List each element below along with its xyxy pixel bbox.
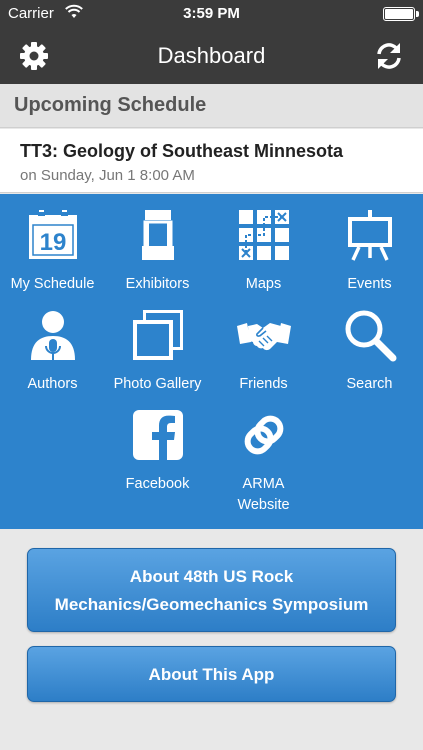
tile-facebook[interactable]: Facebook: [105, 394, 210, 492]
upcoming-schedule-item[interactable]: TT3: Geology of Southeast Minnesota on S…: [0, 129, 423, 193]
tile-label: Friends: [239, 376, 288, 392]
upcoming-schedule-header: Upcoming Schedule: [0, 84, 423, 128]
status-bar: Carrier 3:59 PM: [0, 0, 423, 28]
about-symposium-button[interactable]: About 48th US Rock Mechanics/Geomechanic…: [27, 548, 396, 632]
tile-label-line1: ARMA: [242, 476, 285, 492]
button-label-line1: About 48th US Rock: [129, 567, 294, 586]
about-app-button[interactable]: About This App: [27, 646, 396, 702]
tile-photo-gallery[interactable]: Photo Gallery: [105, 294, 210, 392]
tile-maps[interactable]: Maps: [211, 194, 316, 292]
link-icon: [244, 415, 284, 455]
tile-label: Photo Gallery: [113, 376, 202, 392]
handshake-icon: [237, 323, 291, 351]
map-grid-icon: [239, 210, 289, 260]
speaker-icon: [31, 311, 75, 360]
calendar-day: 19: [40, 229, 67, 256]
calendar-icon: 19: [29, 210, 77, 259]
tile-arma-website[interactable]: ARMA Website: [211, 394, 316, 513]
tile-events[interactable]: Events: [317, 194, 422, 292]
facebook-icon: [133, 410, 183, 460]
battery-icon: [383, 7, 419, 21]
refresh-icon[interactable]: [373, 40, 405, 72]
tile-exhibitors[interactable]: Exhibitors: [105, 194, 210, 292]
button-label-line2: Mechanics/Geomechanics Symposium: [54, 595, 369, 614]
tile-label: ARMA Website: [211, 474, 316, 516]
nav-bar: Dashboard: [0, 28, 423, 84]
tile-label: Authors: [27, 376, 78, 392]
easel-icon: [348, 210, 392, 261]
schedule-title: TT3: Geology of Southeast Minnesota: [20, 141, 344, 161]
schedule-date: on Sunday, Jun 1 8:00 AM: [20, 167, 195, 184]
tile-my-schedule[interactable]: 19 My Schedule: [0, 194, 105, 292]
tile-authors[interactable]: Authors: [0, 294, 105, 392]
photos-icon: [133, 310, 183, 360]
search-icon: [345, 310, 397, 362]
tile-label-line2: Website: [237, 497, 290, 513]
clock: 3:59 PM: [183, 5, 240, 22]
button-label: About This App: [148, 665, 275, 684]
tile-friends[interactable]: Friends: [211, 294, 316, 392]
tile-label: Exhibitors: [125, 276, 190, 292]
tile-search[interactable]: Search: [317, 294, 422, 392]
booth-icon: [142, 210, 174, 260]
page-title: Dashboard: [157, 43, 266, 68]
tile-label: Facebook: [125, 476, 190, 492]
tile-label: My Schedule: [10, 276, 95, 292]
dashboard-grid: 19 My Schedule Exhibitors Maps Events Au…: [0, 194, 423, 529]
tile-label: Events: [347, 276, 392, 292]
tile-label: Search: [346, 376, 393, 392]
section-title: Upcoming Schedule: [14, 94, 207, 116]
tile-label: Maps: [245, 276, 282, 292]
